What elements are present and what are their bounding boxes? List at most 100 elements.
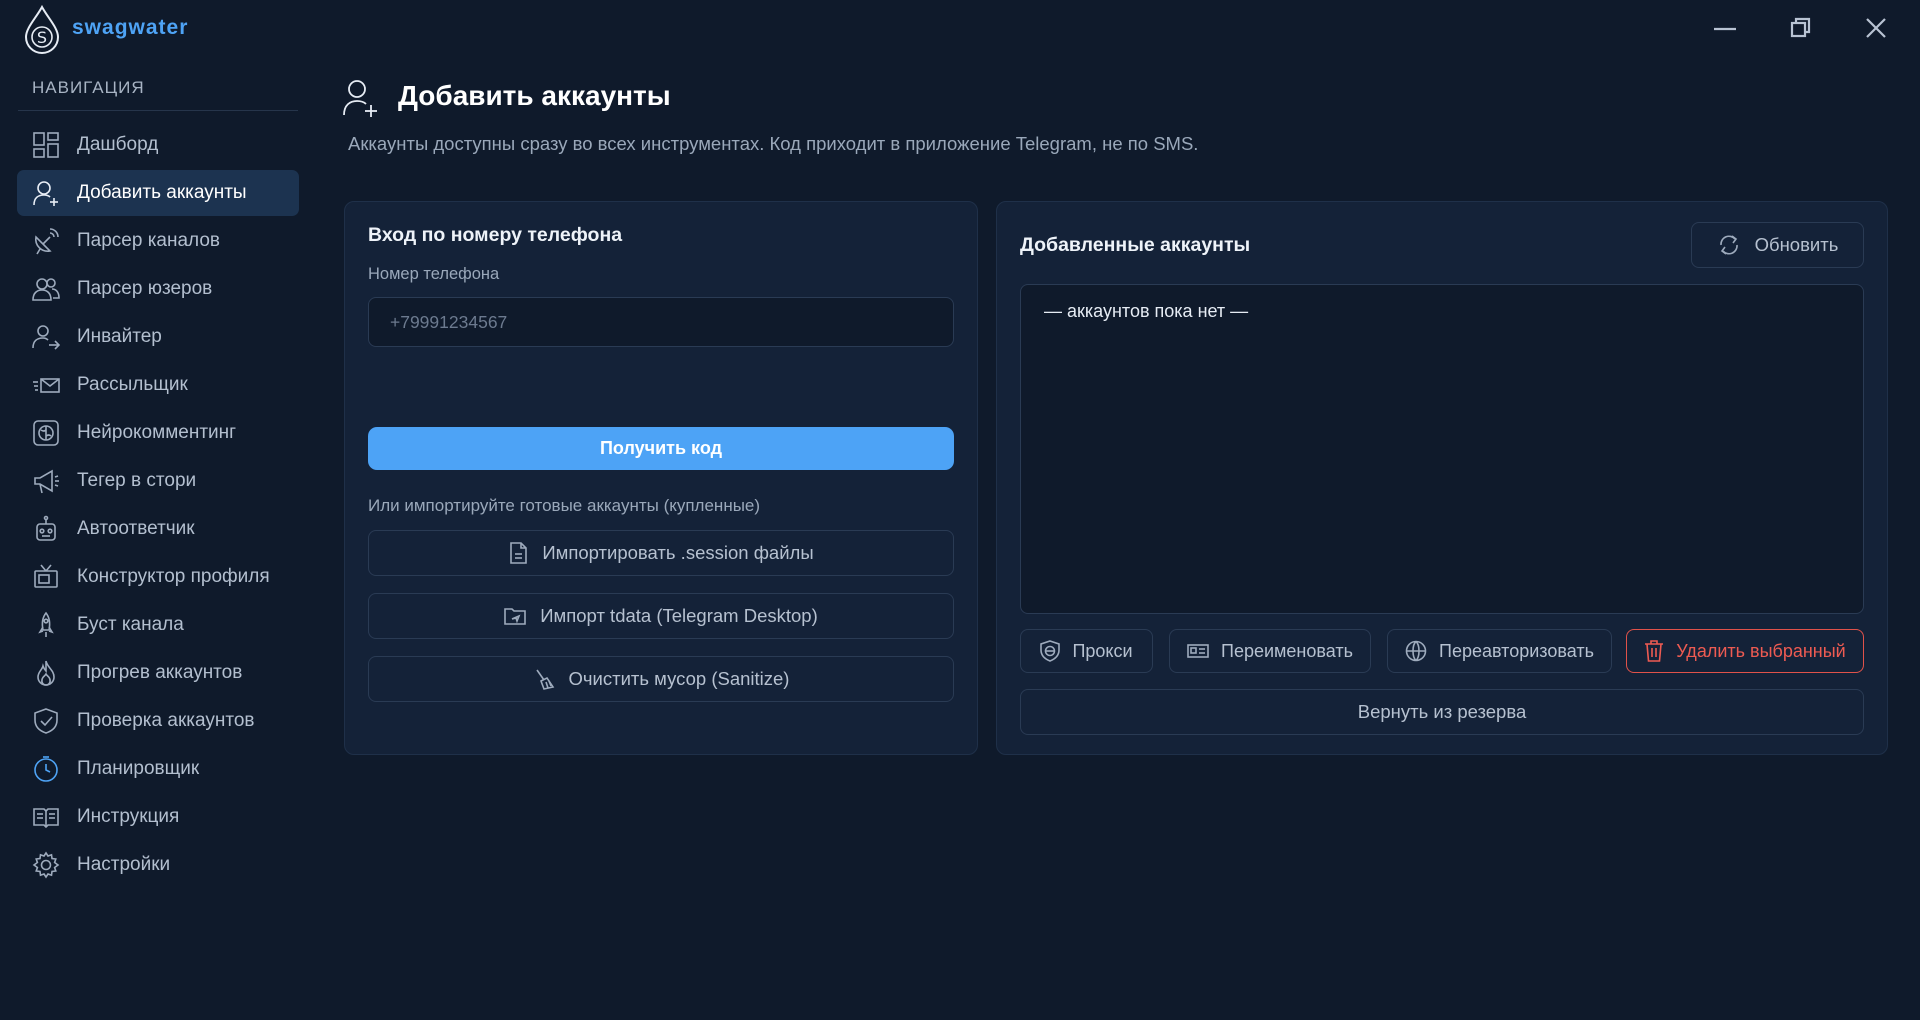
shield-check-icon — [31, 706, 61, 736]
import-tdata-button[interactable]: Импорт tdata (Telegram Desktop) — [368, 593, 954, 639]
sidebar-item-profile-builder[interactable]: Конструктор профиля — [17, 554, 299, 600]
sidebar-item-story-tagger[interactable]: Тегер в стори — [17, 458, 299, 504]
sidebar-item-label: Проверка аккаунтов — [77, 710, 255, 731]
sidebar-item-dashboard[interactable]: Дашборд — [17, 122, 299, 168]
import-session-button[interactable]: Импортировать .session файлы — [368, 530, 954, 576]
sidebar-item-account-warmup[interactable]: Прогрев аккаунтов — [17, 650, 299, 696]
gear-icon — [31, 850, 61, 880]
phone-label: Номер телефона — [368, 265, 500, 283]
refresh-label: Обновить — [1754, 234, 1839, 255]
phone-login-title: Вход по номеру телефона — [368, 224, 623, 246]
sidebar-item-label: Инвайтер — [77, 326, 162, 347]
refresh-icon — [1719, 235, 1738, 255]
close-icon — [1866, 18, 1886, 38]
close-button[interactable] — [1862, 14, 1890, 42]
phone-login-card: Вход по номеру телефона Номер телефона П… — [344, 201, 978, 755]
refresh-button[interactable]: Обновить — [1691, 222, 1864, 268]
sidebar-item-label: Добавить аккаунты — [77, 182, 247, 203]
rocket-icon — [31, 610, 61, 640]
trash-icon — [1645, 640, 1664, 662]
svg-text:S: S — [37, 28, 47, 47]
sidebar-item-scheduler[interactable]: Планировщик — [17, 746, 299, 792]
sanitize-label: Очистить мусор (Sanitize) — [568, 668, 790, 689]
title-bar: S swagwater — [0, 0, 1920, 58]
accounts-title: Добавленные аккаунты — [1020, 234, 1251, 256]
file-icon — [510, 542, 528, 564]
nav-items-bottom: Настройки — [17, 842, 299, 888]
megaphone-icon — [31, 466, 61, 496]
sidebar-item-mailer[interactable]: Рассыльщик — [17, 362, 299, 408]
page-title: Добавить аккаунты — [398, 80, 671, 111]
sidebar-item-autoresponder[interactable]: Автоответчик — [17, 506, 299, 552]
tv-icon — [31, 562, 61, 592]
restore-icon — [1790, 17, 1811, 38]
sidebar-item-label: Инструкция — [77, 806, 180, 827]
minimize-button[interactable] — [1711, 14, 1739, 42]
sidebar-item-label: Настройки — [77, 854, 171, 875]
brain-icon — [31, 418, 61, 448]
accounts-list[interactable]: — аккаунтов пока нет — — [1020, 284, 1864, 614]
phone-input[interactable] — [368, 297, 954, 347]
sidebar-item-label: Автоответчик — [77, 518, 195, 539]
app-window: S swagwater НАВИГАЦИЯ Дашборд Добавить а… — [0, 0, 1920, 1020]
sidebar-item-label: Рассыльщик — [77, 374, 188, 395]
sidebar-item-label: Буст канала — [77, 614, 184, 635]
id-card-icon — [1187, 644, 1209, 658]
sidebar-item-settings[interactable]: Настройки — [17, 842, 299, 888]
globe-icon — [1405, 640, 1427, 662]
sidebar-item-add-accounts[interactable]: Добавить аккаунты — [17, 170, 299, 216]
nav-items: Дашборд Добавить аккаунты Парсер каналов… — [17, 122, 299, 829]
maximize-button[interactable] — [1786, 14, 1814, 42]
delete-selected-label: Удалить выбранный — [1676, 640, 1846, 661]
broom-icon — [535, 669, 554, 690]
shield-globe-icon — [1040, 640, 1061, 662]
water-drop-logo-icon: S — [22, 4, 62, 56]
book-icon — [31, 802, 61, 832]
sidebar-item-user-parser[interactable]: Парсер юзеров — [17, 266, 299, 312]
user-plus-icon — [31, 178, 61, 208]
reauthorize-button[interactable]: Переавторизовать — [1387, 629, 1612, 673]
import-hint: Или импортируйте готовые аккаунты (купле… — [368, 496, 761, 515]
envelope-send-icon — [31, 370, 61, 400]
sidebar-item-account-check[interactable]: Проверка аккаунтов — [17, 698, 299, 744]
delete-selected-button[interactable]: Удалить выбранный — [1626, 629, 1864, 673]
reauthorize-label: Переавторизовать — [1439, 640, 1594, 661]
sidebar-item-label: Нейрокомментинг — [77, 422, 237, 443]
sidebar-item-instructions[interactable]: Инструкция — [17, 794, 299, 840]
sidebar-item-label: Конструктор профиля — [77, 566, 270, 587]
restore-backup-button[interactable]: Вернуть из резерва — [1020, 689, 1864, 735]
sidebar-item-label: Парсер юзеров — [77, 278, 213, 299]
rename-button[interactable]: Переименовать — [1169, 629, 1371, 673]
flame-icon — [31, 658, 61, 688]
sidebar-item-label: Дашборд — [77, 134, 159, 155]
minimize-icon — [1714, 27, 1736, 31]
sidebar-item-label: Тегер в стори — [77, 470, 197, 491]
brand-name: swagwater — [72, 16, 189, 39]
rename-label: Переименовать — [1221, 640, 1353, 661]
sanitize-button[interactable]: Очистить мусор (Sanitize) — [368, 656, 954, 702]
user-plus-icon — [342, 78, 378, 118]
proxy-label: Прокси — [1072, 640, 1133, 661]
get-code-button[interactable]: Получить код — [368, 427, 954, 470]
import-tdata-label: Импорт tdata (Telegram Desktop) — [540, 605, 818, 626]
robot-icon — [31, 514, 61, 544]
folder-icon — [504, 608, 527, 625]
sidebar-item-label: Планировщик — [77, 758, 200, 779]
sidebar-item-channel-boost[interactable]: Буст канала — [17, 602, 299, 648]
sidebar-item-label: Парсер каналов — [77, 230, 221, 251]
satellite-icon — [31, 226, 61, 256]
user-arrow-icon — [31, 322, 61, 352]
sidebar-item-inviter[interactable]: Инвайтер — [17, 314, 299, 360]
page-subtitle: Аккаунты доступны сразу во всех инструме… — [348, 133, 1199, 154]
dashboard-icon — [31, 130, 61, 160]
sidebar-item-channel-parser[interactable]: Парсер каналов — [17, 218, 299, 264]
sidebar-item-label: Прогрев аккаунтов — [77, 662, 243, 683]
accounts-empty-text: — аккаунтов пока нет — — [1044, 301, 1249, 321]
import-session-label: Импортировать .session файлы — [542, 542, 814, 563]
sidebar-item-neurocommenting[interactable]: Нейрокомментинг — [17, 410, 299, 456]
nav-divider — [18, 110, 298, 111]
nav-title: НАВИГАЦИЯ — [32, 78, 145, 97]
accounts-card: Добавленные аккаунты Обновить — аккаунто… — [996, 201, 1888, 755]
proxy-button[interactable]: Прокси — [1020, 629, 1153, 673]
clock-icon — [31, 754, 61, 784]
